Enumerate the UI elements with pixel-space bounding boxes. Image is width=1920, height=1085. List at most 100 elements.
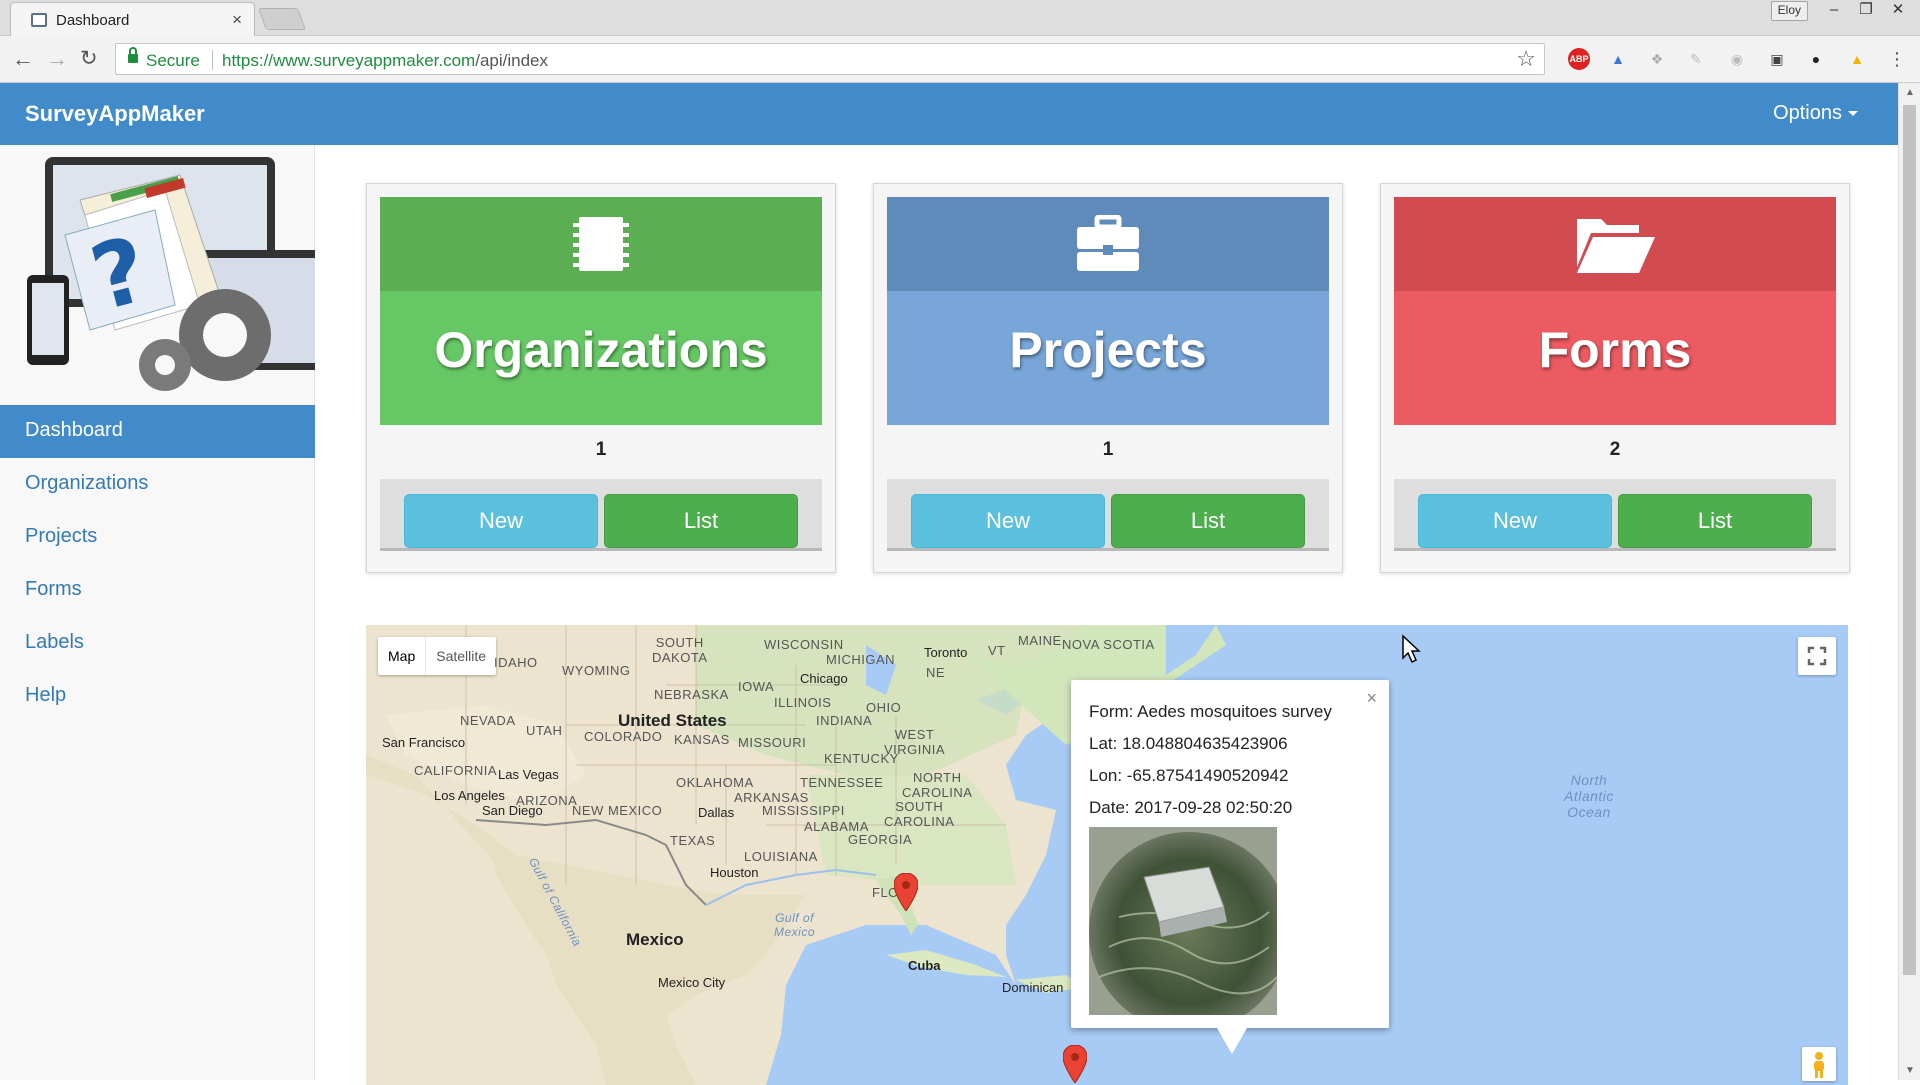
new-tab-button[interactable]: [257, 8, 307, 30]
infowindow-date: Date: 2017-09-28 02:50:20: [1089, 798, 1293, 817]
forms-card-title: Forms: [1538, 322, 1692, 378]
scrollbar-thumb[interactable]: [1903, 105, 1916, 975]
map-marker-icon[interactable]: [1063, 1045, 1087, 1083]
map-label: IOWA: [738, 679, 775, 694]
note-icon[interactable]: ✎: [1685, 48, 1707, 70]
dropbox-icon[interactable]: ❖: [1646, 48, 1668, 70]
sidebar-nav: Dashboard Organizations Projects Forms L…: [0, 405, 315, 723]
projects-count: 1: [1102, 439, 1114, 460]
minimize-icon[interactable]: –: [1818, 0, 1850, 22]
forms-new-button[interactable]: New: [1418, 494, 1612, 548]
map-label: VT: [988, 643, 1006, 658]
map-label: Chicago: [800, 671, 848, 686]
sidebar-item-projects[interactable]: Projects: [0, 511, 315, 564]
window-controls: Eloy – ❐ ✕: [1770, 0, 1914, 22]
organizations-new-button[interactable]: New: [404, 494, 598, 548]
map-label: KENTUCKY: [824, 751, 899, 766]
map-label: NOVA SCOTIA: [1062, 637, 1155, 652]
map-label: Dallas: [698, 805, 735, 820]
survey-map[interactable]: Map Satellite SOUTH DAKOTA WISCONSIN MIC…: [366, 625, 1848, 1085]
map-label: TENNESSEE: [800, 775, 884, 790]
graduation-cap-icon[interactable]: ▲: [1607, 48, 1629, 70]
organizations-card-header: Organizations: [380, 197, 822, 425]
map-label: Dominican: [1002, 980, 1064, 995]
drive-icon[interactable]: ▲: [1846, 48, 1868, 70]
scroll-up-icon[interactable]: ▲: [1905, 87, 1915, 98]
forms-list-button[interactable]: List: [1618, 494, 1812, 548]
address-bar[interactable]: Secure https://www.surveyappmaker.com/ap…: [115, 43, 1545, 75]
organizations-list-button[interactable]: List: [604, 494, 798, 548]
profile-button[interactable]: Eloy: [1770, 1, 1808, 21]
projects-card-header: Projects: [887, 197, 1329, 425]
map-label: MISSOURI: [738, 735, 807, 750]
map-label: OKLAHOMA: [676, 775, 754, 790]
map-label: GEORGIA: [848, 832, 913, 847]
sidebar-item-help[interactable]: Help: [0, 670, 315, 723]
projects-new-button[interactable]: New: [911, 494, 1105, 548]
organizations-card: Organizations 1 New List: [366, 183, 836, 573]
forms-card: Forms 2 New List: [1380, 183, 1850, 573]
map-label: WISCONSIN: [764, 637, 844, 652]
back-icon[interactable]: ←: [12, 46, 34, 72]
map-label: KANSAS: [674, 732, 730, 747]
map-marker-icon[interactable]: [894, 873, 918, 911]
fullscreen-button[interactable]: [1798, 637, 1836, 675]
browser-toolbar: ← → ↻ Secure https://www.surveyappmaker.…: [0, 36, 1920, 83]
map-label: SOUTH CAROLINA: [884, 799, 955, 829]
page-favicon-icon: [31, 13, 47, 27]
close-window-icon[interactable]: ✕: [1882, 0, 1914, 22]
map-label: MICHIGAN: [826, 652, 895, 667]
options-dropdown[interactable]: Options: [1773, 102, 1858, 125]
map-label: ILLINOIS: [774, 695, 832, 710]
map-type-map-button[interactable]: Map: [378, 637, 427, 675]
browser-tab-dashboard[interactable]: Dashboard ×: [10, 2, 255, 36]
infowindow-close-icon[interactable]: ×: [1366, 688, 1377, 709]
map-label: NEW MEXICO: [572, 803, 663, 818]
map-label: COLORADO: [584, 729, 663, 744]
tab-close-icon[interactable]: ×: [232, 10, 242, 30]
map-label: TEXAS: [670, 833, 716, 848]
shield-icon[interactable]: ◉: [1726, 48, 1748, 70]
main-content: Organizations 1 New List Projects 1 New …: [316, 145, 1898, 1085]
map-label: NE: [926, 665, 946, 680]
map-label: San Diego: [482, 803, 543, 818]
url-path: /api/index: [475, 51, 548, 70]
page-scrollbar[interactable]: ▲ ▼: [1898, 83, 1920, 1080]
scroll-down-icon[interactable]: ▼: [1905, 1065, 1915, 1076]
options-label: Options: [1773, 102, 1842, 124]
menu-icon[interactable]: ⋮: [1886, 48, 1908, 70]
bookmark-star-icon[interactable]: ☆: [1516, 46, 1536, 72]
browser-tabstrip: Dashboard × Eloy – ❐ ✕: [0, 0, 1920, 36]
map-label: Mexico: [626, 930, 684, 949]
forms-card-header: Forms: [1394, 197, 1836, 425]
organizations-button-row: New List: [380, 479, 822, 551]
restore-icon[interactable]: ❐: [1850, 0, 1882, 22]
forward-icon[interactable]: →: [46, 46, 68, 72]
map-label: Las Vegas: [498, 767, 559, 782]
brand-name[interactable]: SurveyAppMaker: [25, 101, 205, 127]
adblock-icon[interactable]: ABP: [1568, 48, 1590, 70]
map-label: NORTH CAROLINA: [902, 770, 973, 800]
forms-count: 2: [1609, 439, 1621, 460]
sidebar-item-organizations[interactable]: Organizations: [0, 458, 315, 511]
map-type-control: Map Satellite: [378, 637, 497, 675]
map-label: Houston: [710, 865, 759, 880]
url-host: https://www.surveyappmaker.com: [222, 51, 476, 70]
cast-icon[interactable]: ▣: [1766, 48, 1788, 70]
map-label: CALIFORNIA: [414, 763, 498, 778]
sidebar-item-forms[interactable]: Forms: [0, 564, 315, 617]
url-text[interactable]: https://www.surveyappmaker.com/api/index: [222, 51, 548, 71]
map-label: IDAHO: [494, 655, 538, 670]
projects-list-button[interactable]: List: [1111, 494, 1305, 548]
infowindow-lat: Lat: 18.048804635423906: [1089, 734, 1288, 753]
sidebar-item-dashboard[interactable]: Dashboard: [0, 405, 315, 458]
map-label: North Atlantic Ocean: [1564, 772, 1614, 820]
sidebar-item-labels[interactable]: Labels: [0, 617, 315, 670]
fullscreen-icon: [1807, 646, 1827, 666]
app-icon[interactable]: ●: [1805, 48, 1827, 70]
reload-icon[interactable]: ↻: [80, 46, 98, 71]
book-icon: [573, 217, 629, 271]
street-view-pegman[interactable]: [1802, 1047, 1836, 1081]
infowindow-lon: Lon: -65.87541490520942: [1089, 766, 1289, 785]
map-type-satellite-button[interactable]: Satellite: [426, 637, 496, 675]
